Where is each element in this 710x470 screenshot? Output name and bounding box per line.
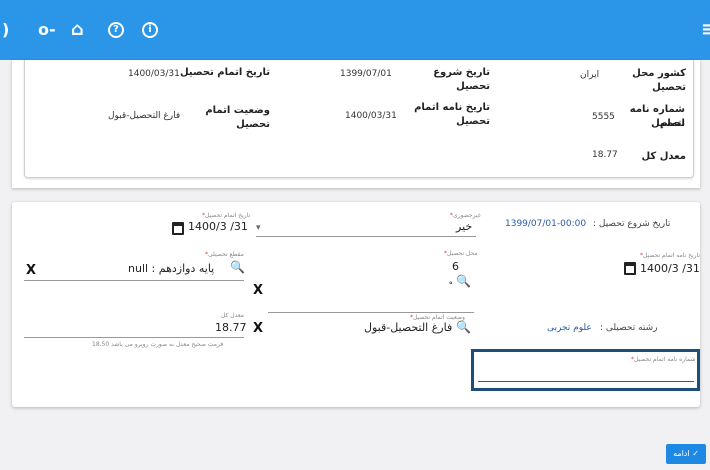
summary-country-label: کشور محل تحصیل bbox=[632, 68, 686, 93]
info-icon[interactable]: i bbox=[142, 22, 158, 38]
cert-date-input[interactable]: 1400/3 /31 bbox=[640, 262, 700, 275]
attendance-label: غیرحضوری* bbox=[450, 212, 481, 219]
form-start-date-value: 1399/07/01-00:00 bbox=[505, 219, 587, 229]
power-icon[interactable]: ) bbox=[2, 22, 9, 38]
summary-cert-date-value: 1400/03/31 bbox=[345, 111, 397, 121]
place-suffix: ه bbox=[449, 278, 453, 286]
attendance-select[interactable] bbox=[256, 236, 476, 237]
form-start-date-label: تاریخ شروع تحصیل : bbox=[593, 219, 671, 229]
end-date-input[interactable]: 1400/3 /31 bbox=[188, 220, 248, 233]
status-value: فارغ التحصیل-قبول bbox=[364, 321, 453, 334]
end-date-label: تاریخ اتمام تحصیل* bbox=[202, 212, 251, 219]
summary-gpa-value: 18.77 bbox=[592, 150, 618, 160]
grade-field[interactable] bbox=[24, 280, 244, 281]
grade-clear-button[interactable]: X bbox=[26, 263, 36, 278]
gpa-label: معدل کل bbox=[221, 312, 244, 319]
summary-cert-number-label-2: تحصیل bbox=[651, 118, 685, 129]
summary-end-date-label: تاریخ اتمام تحصیل bbox=[180, 67, 270, 78]
status-search-icon[interactable]: 🔍 bbox=[456, 320, 471, 334]
summary-country-value: ایران bbox=[580, 70, 600, 80]
gpa-hint: فرمت صحیح معدل به صورت روبرو می باشد 18.… bbox=[92, 341, 224, 348]
gpa-input[interactable]: 18.77 bbox=[215, 321, 247, 334]
summary-status-label: وضعیت اتمام bbox=[205, 105, 270, 116]
continue-button[interactable]: ✓ ادامه bbox=[666, 444, 706, 464]
top-toolbar: ) o- ⌂ ? i ≡ bbox=[0, 0, 710, 60]
summary-start-date-label: تاریخ شروع تحصیل bbox=[433, 67, 490, 92]
attendance-value: خیر bbox=[456, 220, 473, 233]
cert-number-field-line bbox=[478, 381, 694, 382]
check-icon: ✓ bbox=[692, 449, 699, 458]
cert-date-label: تاریخ نامه اتمام تحصیل* bbox=[640, 252, 701, 259]
status-clear-button[interactable]: X bbox=[253, 321, 263, 336]
menu-icon[interactable]: ≡ bbox=[701, 21, 710, 39]
continue-label: ادامه bbox=[673, 449, 690, 458]
end-date-calendar-icon[interactable] bbox=[172, 222, 184, 235]
status-top-line bbox=[268, 312, 474, 313]
help-icon[interactable]: ? bbox=[108, 22, 124, 38]
field-of-study-value: علوم تجربی bbox=[547, 323, 592, 333]
place-clear-button[interactable]: X bbox=[253, 283, 263, 298]
grade-value: null : پایه دوازدهم bbox=[128, 262, 215, 275]
cert-number-label: شماره نامه اتمام تحصیل* bbox=[631, 356, 696, 363]
summary-gpa-label: معدل کل bbox=[641, 151, 686, 162]
summary-start-date-value: 1399/07/01 bbox=[340, 69, 392, 79]
summary-cert-date-label: تاریخ نامه اتمام bbox=[414, 102, 490, 113]
field-of-study-label: رشته تحصیلی : bbox=[600, 323, 658, 333]
summary-cert-date-label-2: تحصیل bbox=[456, 116, 490, 127]
summary-status-value: فارغ التحصیل-قبول bbox=[108, 111, 181, 121]
key-icon[interactable]: o- bbox=[38, 22, 56, 38]
cert-date-calendar-icon[interactable] bbox=[624, 262, 636, 275]
gpa-field-line bbox=[24, 337, 244, 338]
grade-label: مقطع تحصیلی* bbox=[205, 251, 244, 258]
place-label: محل تحصیل* bbox=[444, 250, 478, 257]
place-search-icon[interactable]: 🔍 bbox=[456, 274, 471, 288]
home-icon[interactable]: ⌂ bbox=[71, 21, 84, 39]
summary-cert-number-value: 5555 bbox=[592, 112, 615, 122]
place-value: 6 bbox=[452, 260, 459, 273]
summary-status-label-2: تحصیل bbox=[236, 119, 270, 130]
summary-end-date-value: 1400/03/31 bbox=[128, 69, 180, 79]
attendance-dropdown-icon[interactable]: ▾ bbox=[256, 223, 261, 233]
grade-search-icon[interactable]: 🔍 bbox=[230, 260, 245, 274]
